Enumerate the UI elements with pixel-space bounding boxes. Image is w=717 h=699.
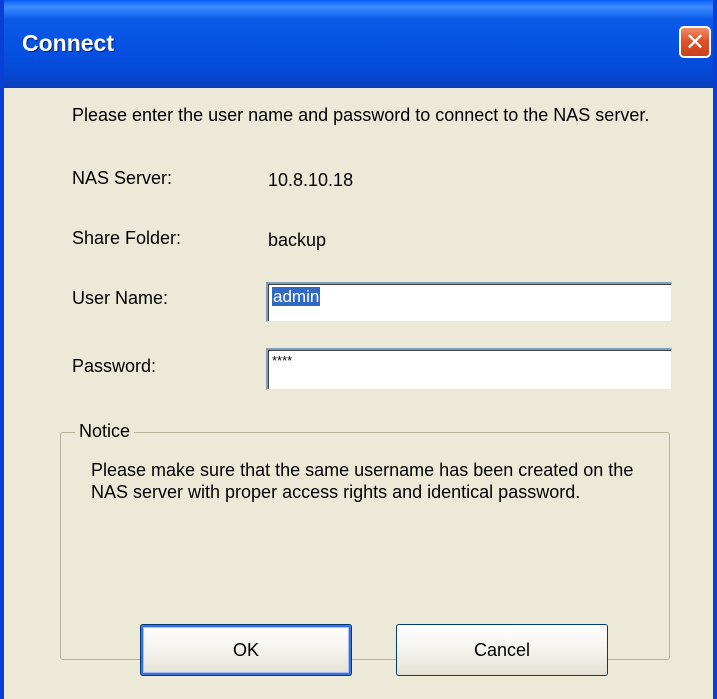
ok-button-label: OK (232, 639, 259, 660)
password-label: Password: (72, 356, 157, 376)
user-name-value: admin (272, 287, 321, 306)
close-button[interactable]: ✕ (679, 26, 711, 58)
nas-server-value: 10.8.10.18 (268, 170, 354, 190)
dialog-body: Please enter the user name and password … (8, 88, 709, 699)
share-folder-value: backup (268, 230, 327, 250)
notice-legend: Notice (75, 421, 135, 442)
window-title: Connect (22, 30, 114, 56)
ok-button[interactable]: OK (140, 624, 352, 676)
user-name-field[interactable]: admin (266, 282, 672, 322)
close-icon: ✕ (684, 28, 706, 56)
password-field[interactable]: **** (266, 348, 672, 390)
notice-text: Please make sure that the same username … (91, 460, 634, 502)
intro-text: Please enter the user name and password … (72, 105, 650, 125)
title-bar[interactable]: Connect ✕ (4, 0, 713, 88)
nas-server-label: NAS Server: (72, 168, 173, 188)
user-name-label: User Name: (72, 288, 169, 308)
connect-dialog: Connect ✕ Please enter the user name and… (0, 0, 717, 699)
share-folder-label: Share Folder: (72, 228, 182, 248)
cancel-button-label: Cancel (473, 639, 531, 660)
password-value: **** (272, 353, 293, 368)
cancel-button[interactable]: Cancel (396, 624, 608, 676)
